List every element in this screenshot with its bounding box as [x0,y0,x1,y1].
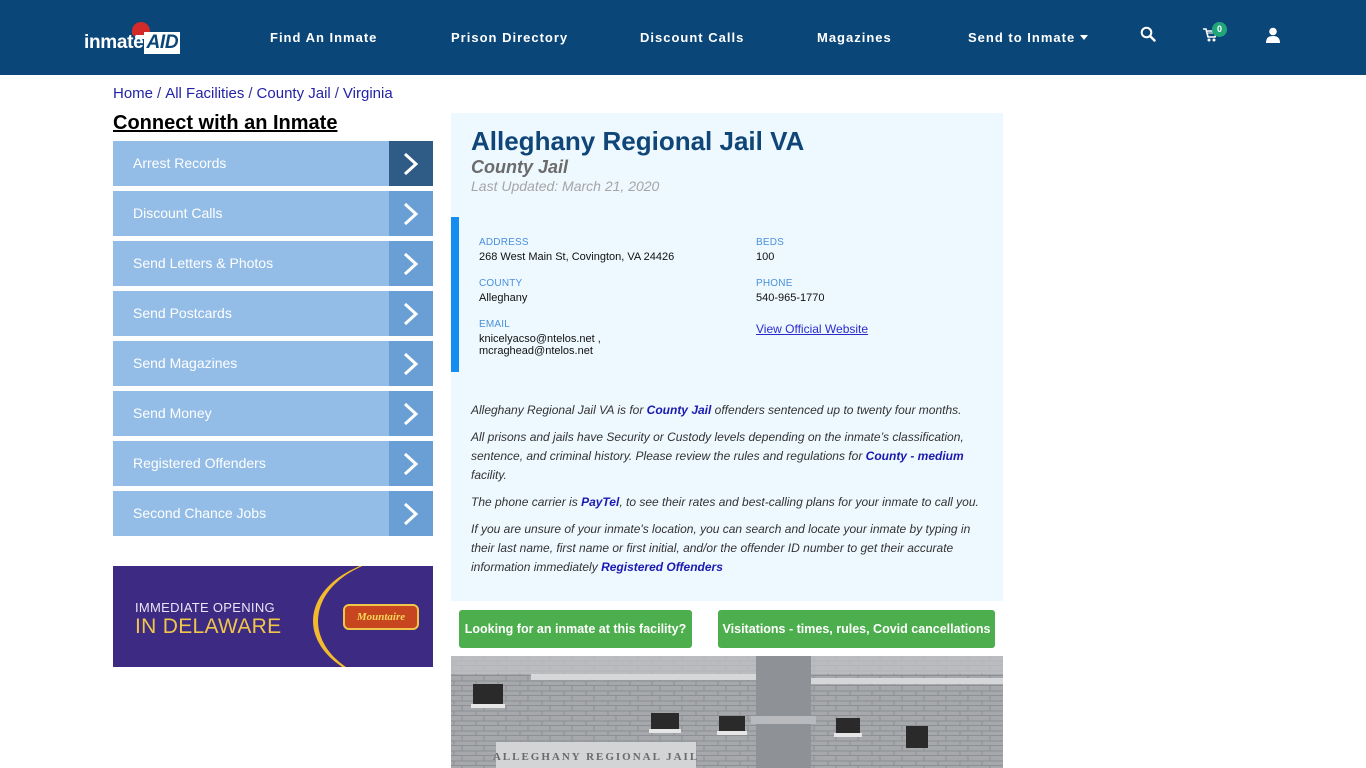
paytel-link[interactable]: PayTel [581,495,619,509]
chevron-right-icon [389,141,433,186]
sidebar-item-arrest-records[interactable]: Arrest Records [113,141,433,186]
sidebar-item-send-letters-photos[interactable]: Send Letters & Photos [113,241,433,286]
accent-bar [451,217,459,372]
chevron-right-icon [389,341,433,386]
ad-banner[interactable]: IMMEDIATE OPENING IN DELAWARE Mountaire [113,566,433,667]
text: The phone carrier is [471,495,582,509]
sidebar-item-send-money[interactable]: Send Money [113,391,433,436]
address-value: 268 West Main St, Covington, VA 24426 [479,251,675,263]
description-paragraph: Alleghany Regional Jail VA is for County… [471,401,991,420]
nav-magazines[interactable]: Magazines [817,30,892,45]
breadcrumb-virginia[interactable]: Virginia [343,85,393,102]
facility-info-panel: ADDRESS 268 West Main St, Covington, VA … [451,217,1003,372]
chevron-right-icon [389,291,433,336]
chevron-right-icon [389,191,433,236]
sidebar-item-label: Arrest Records [133,155,227,171]
phone-label: PHONE [756,278,793,289]
chevron-right-icon [389,391,433,436]
email-label: EMAIL [479,319,511,330]
breadcrumb-home[interactable]: Home [113,85,153,102]
beds-label: BEDS [756,237,785,248]
breadcrumb-separator: / [248,85,253,102]
nav-send-to-inmate[interactable]: Send to Inmate [968,30,1089,45]
sidebar-item-label: Send Postcards [133,305,232,321]
county-medium-link[interactable]: County - medium [866,449,964,463]
description-paragraph: All prisons and jails have Security or C… [471,428,991,485]
sidebar-item-label: Second Chance Jobs [133,505,267,521]
sidebar-title: Connect with an Inmate [113,112,338,134]
breadcrumb-separator: / [334,85,339,102]
description-paragraph: The phone carrier is PayTel, to see thei… [471,493,991,512]
beds-value: 100 [756,251,775,263]
text: , to see their rates and best-calling pl… [619,495,979,509]
photo-sign-text: ALLEGHANY REGIONAL JAIL [493,751,699,763]
nav-prison-directory[interactable]: Prison Directory [451,30,568,45]
facility-building-image: ALLEGHANY REGIONAL JAIL [451,656,1003,768]
breadcrumb: Home / All Facilities / County Jail / Virginia [113,85,393,102]
sidebar-item-label: Registered Offenders [133,455,266,471]
sidebar-item-label: Discount Calls [133,205,223,221]
nav-discount-calls[interactable]: Discount Calls [640,30,744,45]
caret-down-icon [1080,35,1089,40]
user-icon[interactable] [1266,27,1286,47]
ad-line-2: IN DELAWARE [135,615,282,638]
looking-for-inmate-button[interactable]: Looking for an inmate at this facility? [459,610,692,648]
sidebar-item-label: Send Money [133,405,212,421]
county-value: Alleghany [479,292,528,304]
sidebar-item-label: Send Magazines [133,355,238,371]
sidebar-item-second-chance-jobs[interactable]: Second Chance Jobs [113,491,433,536]
logo-accent: AID [144,32,181,54]
breadcrumb-separator: / [157,85,162,102]
cart-count-badge: 0 [1212,22,1227,37]
description-paragraph: If you are unsure of your inmate's locat… [471,520,991,577]
top-navbar: inmate AID Find An Inmate Prison Director… [0,0,1366,75]
sidebar-item-send-postcards[interactable]: Send Postcards [113,291,433,336]
text: facility. [471,468,507,482]
logo-text: inmate [84,32,144,53]
facility-photo: ALLEGHANY REGIONAL JAIL [451,656,1003,768]
facility-type: County Jail [471,157,569,177]
search-icon[interactable] [1140,26,1160,46]
facility-description: Alleghany Regional Jail VA is for County… [471,401,991,585]
chevron-right-icon [389,241,433,286]
official-website-link[interactable]: View Official Website [756,322,868,336]
breadcrumb-all-facilities[interactable]: All Facilities [165,85,244,102]
county-label: COUNTY [479,278,523,289]
ad-brand-logo: Mountaire [343,604,419,630]
registered-offenders-link[interactable]: Registered Offenders [601,560,723,574]
sidebar-item-label: Send Letters & Photos [133,255,274,271]
ad-line-1: IMMEDIATE OPENING [135,600,275,615]
nav-send-to-inmate-label: Send to Inmate [968,30,1076,45]
nav-find-an-inmate[interactable]: Find An Inmate [270,30,377,45]
county-jail-link[interactable]: County Jail [647,403,712,417]
text: Alleghany Regional Jail VA is for [471,403,647,417]
visitations-button[interactable]: Visitations - times, rules, Covid cancel… [718,610,995,648]
text: offenders sentenced up to twenty four mo… [711,403,962,417]
last-updated: Last Updated: March 21, 2020 [471,178,660,194]
phone-value: 540-965-1770 [756,292,825,304]
breadcrumb-county-jail[interactable]: County Jail [257,85,331,102]
sidebar-item-registered-offenders[interactable]: Registered Offenders [113,441,433,486]
email-value-2[interactable]: mcraghead@ntelos.net [479,345,593,358]
chevron-right-icon [389,441,433,486]
sidebar-item-discount-calls[interactable]: Discount Calls [113,191,433,236]
chevron-right-icon [389,491,433,536]
address-label: ADDRESS [479,237,529,248]
facility-title: Alleghany Regional Jail VA [471,126,805,156]
sidebar-item-send-magazines[interactable]: Send Magazines [113,341,433,386]
